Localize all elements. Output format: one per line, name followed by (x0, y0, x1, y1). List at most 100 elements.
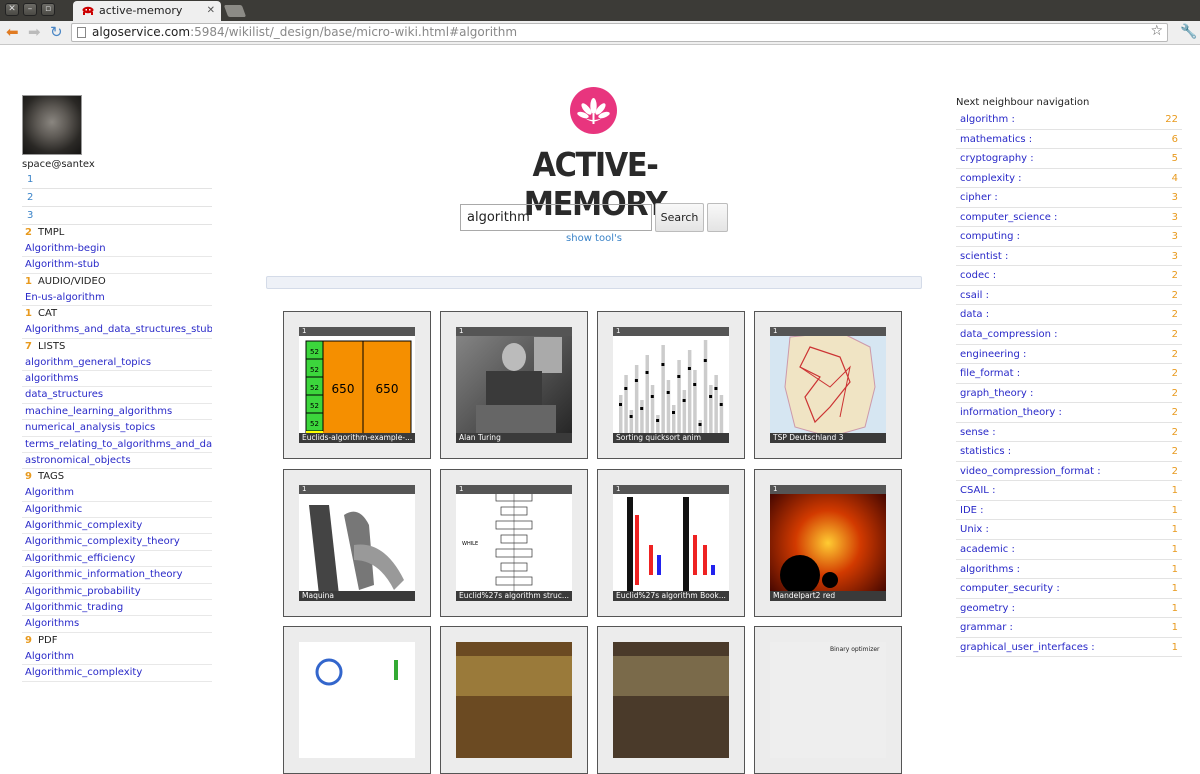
section-link[interactable]: Algorithmic_information_theory (22, 567, 212, 584)
section-count: 1 (25, 275, 32, 287)
neighbour-link[interactable]: information_theory : 2 (956, 403, 1182, 423)
neighbour-link[interactable]: geometry : 1 (956, 599, 1182, 619)
section-link[interactable]: Algorithmic_efficiency (22, 551, 212, 568)
neighbour-link[interactable]: IDE : 1 (956, 501, 1182, 521)
neighbour-link[interactable]: algorithms : 1 (956, 560, 1182, 580)
neighbour-link[interactable]: mathematics : 6 (956, 130, 1182, 150)
neighbour-link[interactable]: engineering : 2 (956, 345, 1182, 365)
search-input[interactable]: algorithm (460, 204, 652, 231)
page-link[interactable]: 2 (22, 189, 212, 207)
neighbour-link[interactable]: graphical_user_interfaces : 1 (956, 638, 1182, 658)
image-caption: Binary optimizer (830, 646, 880, 653)
back-arrow-icon[interactable]: ⬅ (6, 24, 19, 40)
image-card[interactable]: 1 Euclid%27s algorithm Book... (597, 469, 745, 617)
window-maximize-icon[interactable]: ▫ (41, 3, 55, 16)
neighbour-link[interactable]: statistics : 2 (956, 442, 1182, 462)
section-link[interactable]: Algorithm-stub (22, 257, 212, 274)
tab-close-icon[interactable]: ✕ (207, 1, 215, 20)
neighbour-link[interactable]: codec : 2 (956, 266, 1182, 286)
page-link[interactable]: 3 (22, 207, 212, 225)
section-link[interactable]: Algorithmic_complexity (22, 665, 212, 682)
section-link[interactable]: Algorithms (22, 616, 212, 633)
address-bar[interactable]: algoservice.com:5984/wikilist/_design/ba… (71, 23, 1168, 42)
browser-tab[interactable]: active-memory ✕ (73, 1, 221, 21)
neighbour-link[interactable]: algorithm : 22 (956, 110, 1182, 130)
neighbour-link[interactable]: grammar : 1 (956, 618, 1182, 638)
section-link[interactable]: Algorithmic_complexity_theory (22, 534, 212, 551)
neighbour-link[interactable]: csail : 2 (956, 286, 1182, 306)
window-minimize-icon[interactable]: – (23, 3, 37, 16)
image-card[interactable]: Binary optimizer (754, 626, 902, 774)
partial-image[interactable]: Binary optimizer (770, 642, 886, 758)
search-options-button[interactable] (707, 203, 728, 232)
neighbour-link[interactable]: video_compression_format : 2 (956, 462, 1182, 482)
section-link[interactable]: numerical_analysis_topics (22, 420, 212, 437)
neighbour-count: 3 (1171, 192, 1178, 204)
wrench-menu-icon[interactable]: 🔧 (1180, 24, 1197, 40)
neighbour-link[interactable]: computer_science : 3 (956, 208, 1182, 228)
section-link[interactable]: Algorithmic_probability (22, 584, 212, 601)
section-link[interactable]: Algorithmic_trading (22, 600, 212, 617)
neighbour-link[interactable]: Unix : 1 (956, 520, 1182, 541)
image-card[interactable]: 1 Mandelpart2 red (754, 469, 902, 617)
neighbour-link[interactable]: CSAIL : 1 (956, 481, 1182, 501)
fractal-image[interactable]: 1 Mandelpart2 red (770, 485, 886, 601)
neighbour-link[interactable]: scientist : 3 (956, 247, 1182, 267)
section-link[interactable]: astronomical_objects (22, 453, 212, 470)
image-card[interactable]: 1 Alan Turing (440, 311, 588, 459)
bars-image[interactable]: 1 Euclid%27s algorithm Book... (613, 485, 729, 601)
section-link[interactable]: machine_learning_algorithms (22, 404, 212, 421)
section-link[interactable]: Algorithm (22, 649, 212, 666)
partial-image[interactable] (299, 642, 415, 758)
partial-image[interactable] (613, 642, 729, 758)
avatar[interactable] (22, 95, 82, 155)
neighbour-link[interactable]: complexity : 4 (956, 169, 1182, 189)
sort-chart-image[interactable]: 1 Sorting quicksort anim (613, 327, 729, 443)
image-card[interactable] (597, 626, 745, 774)
section-link[interactable]: algorithms (22, 371, 212, 388)
section-link[interactable]: Algorithmic (22, 502, 212, 519)
neighbour-link[interactable]: data : 2 (956, 305, 1182, 326)
neighbour-link[interactable]: sense : 2 (956, 423, 1182, 443)
neighbour-link[interactable]: cipher : 3 (956, 188, 1182, 208)
section-link[interactable]: terms_relating_to_algorithms_and_data_st… (22, 437, 212, 453)
image-card[interactable]: 52 52 52 52 52 650 650 1 Euclids-algorithm-exa… (283, 311, 431, 459)
section-link[interactable]: data_structures (22, 387, 212, 404)
reload-icon[interactable]: ↻ (50, 24, 63, 40)
image-card[interactable]: 1 Sorting quicksort anim (597, 311, 745, 459)
neighbour-link[interactable]: graph_theory : 2 (956, 384, 1182, 404)
section-link[interactable]: Algorithm-begin (22, 241, 212, 258)
neighbour-link[interactable]: academic : 1 (956, 540, 1182, 560)
neighbour-label: CSAIL (960, 485, 989, 497)
image-card[interactable]: WHILE 1 Euclid%27s algorithm struc... (440, 469, 588, 617)
partial-image[interactable] (456, 642, 572, 758)
flowchart-image[interactable]: WHILE 1 Euclid%27s algorithm struc... (456, 485, 572, 601)
neighbour-link[interactable]: computer_security : 1 (956, 579, 1182, 599)
machine-image[interactable]: 1 Maquina (299, 485, 415, 601)
section-link[interactable]: En-us-algorithm (22, 290, 212, 307)
search-button[interactable]: Search (655, 203, 704, 232)
map-image[interactable]: 1 TSP Deutschland 3 (770, 327, 886, 443)
image-card[interactable]: 1 Maquina (283, 469, 431, 617)
section-link[interactable]: Algorithmic_complexity (22, 518, 212, 535)
neighbour-link[interactable]: file_format : 2 (956, 364, 1182, 384)
section-link[interactable]: Algorithm (22, 485, 212, 502)
bookmark-star-icon[interactable]: ☆ (1150, 23, 1163, 40)
section-link[interactable]: Algorithms_and_data_structures_stubs (22, 322, 212, 339)
section-link[interactable]: algorithm_general_topics (22, 355, 212, 371)
page-link[interactable]: 1 (22, 171, 212, 189)
image-card[interactable] (440, 626, 588, 774)
new-tab-button[interactable] (223, 5, 247, 17)
show-tools-link[interactable]: show tool's (540, 233, 648, 244)
image-card[interactable]: 1 TSP Deutschland 3 (754, 311, 902, 459)
euclid-bars-image[interactable]: 52 52 52 52 52 650 650 1 Euclids-algorithm-exa… (299, 327, 415, 443)
neighbour-count: 1 (1171, 563, 1178, 575)
neighbour-link[interactable]: computing : 3 (956, 227, 1182, 247)
neighbour-link[interactable]: cryptography : 5 (956, 149, 1182, 169)
window-close-icon[interactable]: ✕ (5, 3, 19, 16)
photo-image[interactable]: 1 Alan Turing (456, 327, 572, 443)
image-card[interactable] (283, 626, 431, 774)
neighbour-colon: : (982, 289, 989, 301)
neighbour-link[interactable]: data_compression : 2 (956, 325, 1182, 345)
forward-arrow-icon[interactable]: ➡ (28, 24, 41, 40)
